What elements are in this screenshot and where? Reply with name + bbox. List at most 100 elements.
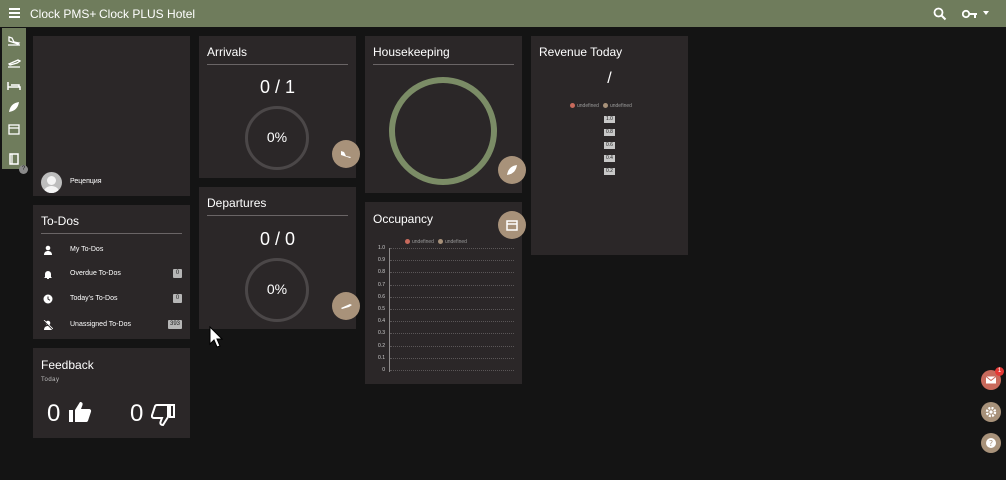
y-tick-label: 0.1 bbox=[378, 354, 385, 361]
revenue-tick: 0.8 bbox=[604, 129, 615, 136]
y-tick-label: 0 bbox=[382, 367, 385, 373]
arrivals-percent: 0% bbox=[266, 129, 288, 145]
grid-line bbox=[390, 248, 514, 249]
housekeeping-ring bbox=[389, 77, 497, 185]
departures-button[interactable] bbox=[332, 292, 360, 320]
leaf-icon bbox=[507, 165, 517, 175]
legend-label: undefined bbox=[609, 103, 632, 109]
revenue-value: / bbox=[607, 70, 612, 87]
occupancy-button[interactable] bbox=[498, 211, 526, 239]
plane-takeoff-icon bbox=[340, 304, 352, 311]
todo-item-unassigned[interactable]: Unassigned To-Dos 393 bbox=[41, 318, 182, 334]
grid-line bbox=[390, 309, 514, 310]
y-tick-label: 0.6 bbox=[378, 293, 385, 300]
grid-line bbox=[390, 345, 514, 347]
y-tick-label: 1.0 bbox=[378, 245, 385, 251]
departures-title: Departures bbox=[207, 196, 267, 210]
thumbs-down-icon[interactable] bbox=[151, 404, 175, 426]
feedback-title: Feedback bbox=[41, 358, 94, 372]
thumbs-up-icon[interactable] bbox=[68, 401, 92, 423]
todo-label: Today's To-Dos bbox=[70, 295, 118, 302]
y-tick-label: 0.4 bbox=[378, 318, 385, 325]
divider bbox=[373, 64, 514, 65]
divider bbox=[207, 64, 348, 65]
grid-line bbox=[390, 370, 514, 371]
user-name[interactable]: Рецепция bbox=[70, 178, 102, 185]
positive-count: 0 bbox=[47, 400, 61, 427]
todo-item-my[interactable]: My To-Dos bbox=[41, 243, 182, 259]
arrivals-count: 0 / 1 bbox=[259, 77, 296, 97]
chart-legend: undefined undefined bbox=[405, 239, 467, 245]
grid-line bbox=[390, 357, 514, 359]
legend-swatch bbox=[602, 103, 608, 108]
grid-line bbox=[390, 333, 514, 335]
search-icon[interactable] bbox=[933, 7, 947, 21]
todo-item-overdue[interactable]: Overdue To-Dos 0 bbox=[41, 267, 182, 283]
book-icon[interactable] bbox=[7, 152, 21, 166]
revenue-card[interactable]: Revenue Today / undefined undefined 1.0 0… bbox=[531, 36, 688, 255]
y-axis bbox=[389, 248, 390, 372]
count-badge: 0 bbox=[173, 294, 182, 303]
profile-card: Рецепция bbox=[33, 36, 190, 196]
grid-line bbox=[390, 272, 514, 274]
todo-label: Unassigned To-Dos bbox=[70, 321, 131, 328]
menu-icon[interactable] bbox=[9, 8, 20, 18]
side-rail bbox=[2, 28, 26, 169]
feedback-card: Feedback Today 0 0 bbox=[33, 348, 190, 438]
top-app-bar: Clock PMS+ Clock PLUS Hotel bbox=[0, 0, 1006, 27]
avatar[interactable] bbox=[41, 172, 62, 193]
y-tick-label: 0.9 bbox=[378, 257, 385, 264]
help-badge[interactable]: ? bbox=[19, 165, 28, 174]
arrivals-progress-ring: 0% bbox=[245, 106, 309, 170]
help-icon: ? bbox=[986, 438, 996, 448]
revenue-tick: 0.2 bbox=[604, 168, 615, 175]
divider bbox=[41, 233, 182, 234]
todo-label: My To-Dos bbox=[70, 246, 104, 253]
legend-swatch bbox=[405, 239, 410, 244]
plane-landing-icon[interactable] bbox=[7, 33, 21, 47]
plane-landing-icon bbox=[340, 151, 352, 159]
legend-label: undefined bbox=[444, 239, 467, 245]
y-tick-label: 0.5 bbox=[378, 306, 385, 312]
housekeeping-title: Housekeeping bbox=[373, 45, 450, 59]
plane-takeoff-icon[interactable] bbox=[7, 55, 21, 69]
y-tick-label: 0.8 bbox=[378, 269, 385, 276]
settings-button[interactable] bbox=[981, 402, 1001, 422]
revenue-title: Revenue Today bbox=[539, 45, 623, 59]
clock-icon bbox=[43, 294, 53, 304]
count-badge: 393 bbox=[167, 320, 182, 329]
grid-line bbox=[390, 321, 514, 323]
calendar-icon bbox=[506, 220, 518, 231]
arrivals-button[interactable] bbox=[332, 140, 360, 168]
bed-icon[interactable] bbox=[7, 78, 21, 92]
mail-icon bbox=[985, 376, 997, 384]
calendar-icon[interactable] bbox=[7, 122, 21, 136]
grid-line bbox=[390, 296, 514, 298]
y-tick-label: 0.2 bbox=[378, 342, 385, 349]
grid-line bbox=[390, 284, 514, 286]
person-icon bbox=[44, 245, 52, 255]
departures-count: 0 / 0 bbox=[259, 229, 296, 249]
mail-badge: 1 bbox=[995, 367, 1004, 376]
key-icon[interactable] bbox=[962, 8, 978, 20]
housekeeping-button[interactable] bbox=[498, 156, 526, 184]
revenue-tick: 1.0 bbox=[604, 116, 615, 123]
departures-progress-ring: 0% bbox=[245, 258, 309, 322]
departures-percent: 0% bbox=[266, 281, 288, 297]
chart-legend: undefined undefined bbox=[570, 103, 632, 109]
hotel-name[interactable]: Clock PLUS Hotel bbox=[99, 7, 195, 21]
todos-card: To-Dos My To-Dos Overdue To-Dos 0 Today'… bbox=[33, 205, 190, 339]
gear-icon bbox=[985, 406, 997, 418]
count-badge: 0 bbox=[173, 269, 182, 278]
revenue-tick: 0.6 bbox=[604, 142, 615, 149]
leaf-icon[interactable] bbox=[7, 100, 21, 114]
help-button[interactable]: ? bbox=[981, 433, 1001, 453]
todo-label: Overdue To-Dos bbox=[70, 270, 121, 277]
caret-down-icon[interactable] bbox=[983, 11, 989, 15]
person-off-icon bbox=[43, 320, 53, 330]
y-tick-label: 0.3 bbox=[378, 330, 385, 337]
legend-label: undefined bbox=[412, 239, 434, 245]
svg-text:?: ? bbox=[989, 439, 993, 448]
todo-item-today[interactable]: Today's To-Dos 0 bbox=[41, 292, 182, 308]
bell-icon bbox=[44, 271, 52, 279]
